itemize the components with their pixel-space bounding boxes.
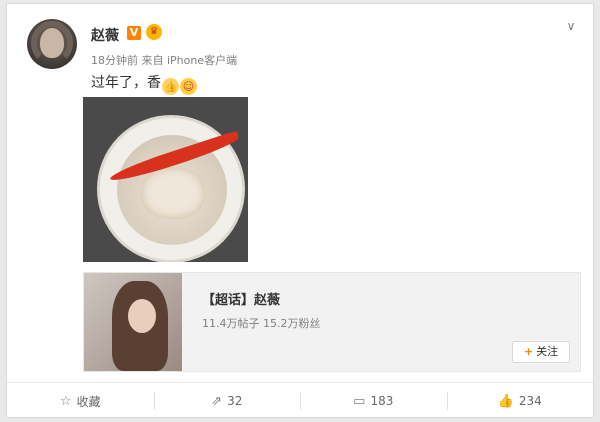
share-icon: ⇗ xyxy=(211,393,223,409)
super-topic-title[interactable]: 【超话】赵薇 xyxy=(202,289,280,308)
super-topic-card[interactable]: 【超话】赵薇 11.4万帖子 15.2万粉丝 + 关注 xyxy=(83,272,581,372)
verified-badge-icon: V xyxy=(127,26,141,40)
super-topic-stats: 11.4万帖子 15.2万粉丝 xyxy=(202,317,321,330)
like-count: 234 xyxy=(518,394,542,408)
post-text-content: 过年了，香 xyxy=(91,75,161,91)
username[interactable]: 赵薇 xyxy=(91,25,119,45)
comment-icon: ▭ xyxy=(353,393,366,409)
post-text: 过年了，香 👍 ☺ xyxy=(91,72,197,95)
rice xyxy=(141,167,205,219)
vip-crown-icon: ♛ xyxy=(146,24,162,40)
favorite-label: 收藏 xyxy=(76,394,101,409)
like-button[interactable]: 👍 234 xyxy=(446,383,594,419)
favorite-button[interactable]: ☆ 收藏 xyxy=(7,383,154,419)
action-bar: ☆ 收藏 ⇗ 32 ▭ 183 👍 234 xyxy=(7,382,593,419)
repost-button[interactable]: ⇗ 32 xyxy=(153,383,301,419)
thumbnail-face xyxy=(128,299,156,333)
star-icon: ☆ xyxy=(59,393,72,409)
comment-count: 183 xyxy=(370,394,394,408)
avatar[interactable] xyxy=(27,19,77,69)
blushing-face-emoji-icon: ☺ xyxy=(180,78,197,95)
repost-count: 32 xyxy=(227,394,243,408)
avatar-face xyxy=(40,28,64,58)
plus-icon: + xyxy=(523,345,534,358)
weibo-post-card: 赵薇 V ♛ ∨ 18分钟前 来自 iPhone客户端 过年了，香 👍 ☺ 【超话】… xyxy=(6,3,594,418)
post-meta: 18分钟前 来自 iPhone客户端 xyxy=(91,54,238,67)
follow-button-label: 关注 xyxy=(536,345,559,358)
comment-button[interactable]: ▭ 183 xyxy=(300,383,447,419)
post-image[interactable] xyxy=(83,97,248,262)
thumbs-up-icon: 👍 xyxy=(497,393,514,409)
chevron-down-icon[interactable]: ∨ xyxy=(563,18,579,34)
thumbs-up-emoji-icon: 👍 xyxy=(162,78,179,95)
follow-button[interactable]: + 关注 xyxy=(512,341,570,363)
super-topic-thumbnail xyxy=(84,273,182,371)
